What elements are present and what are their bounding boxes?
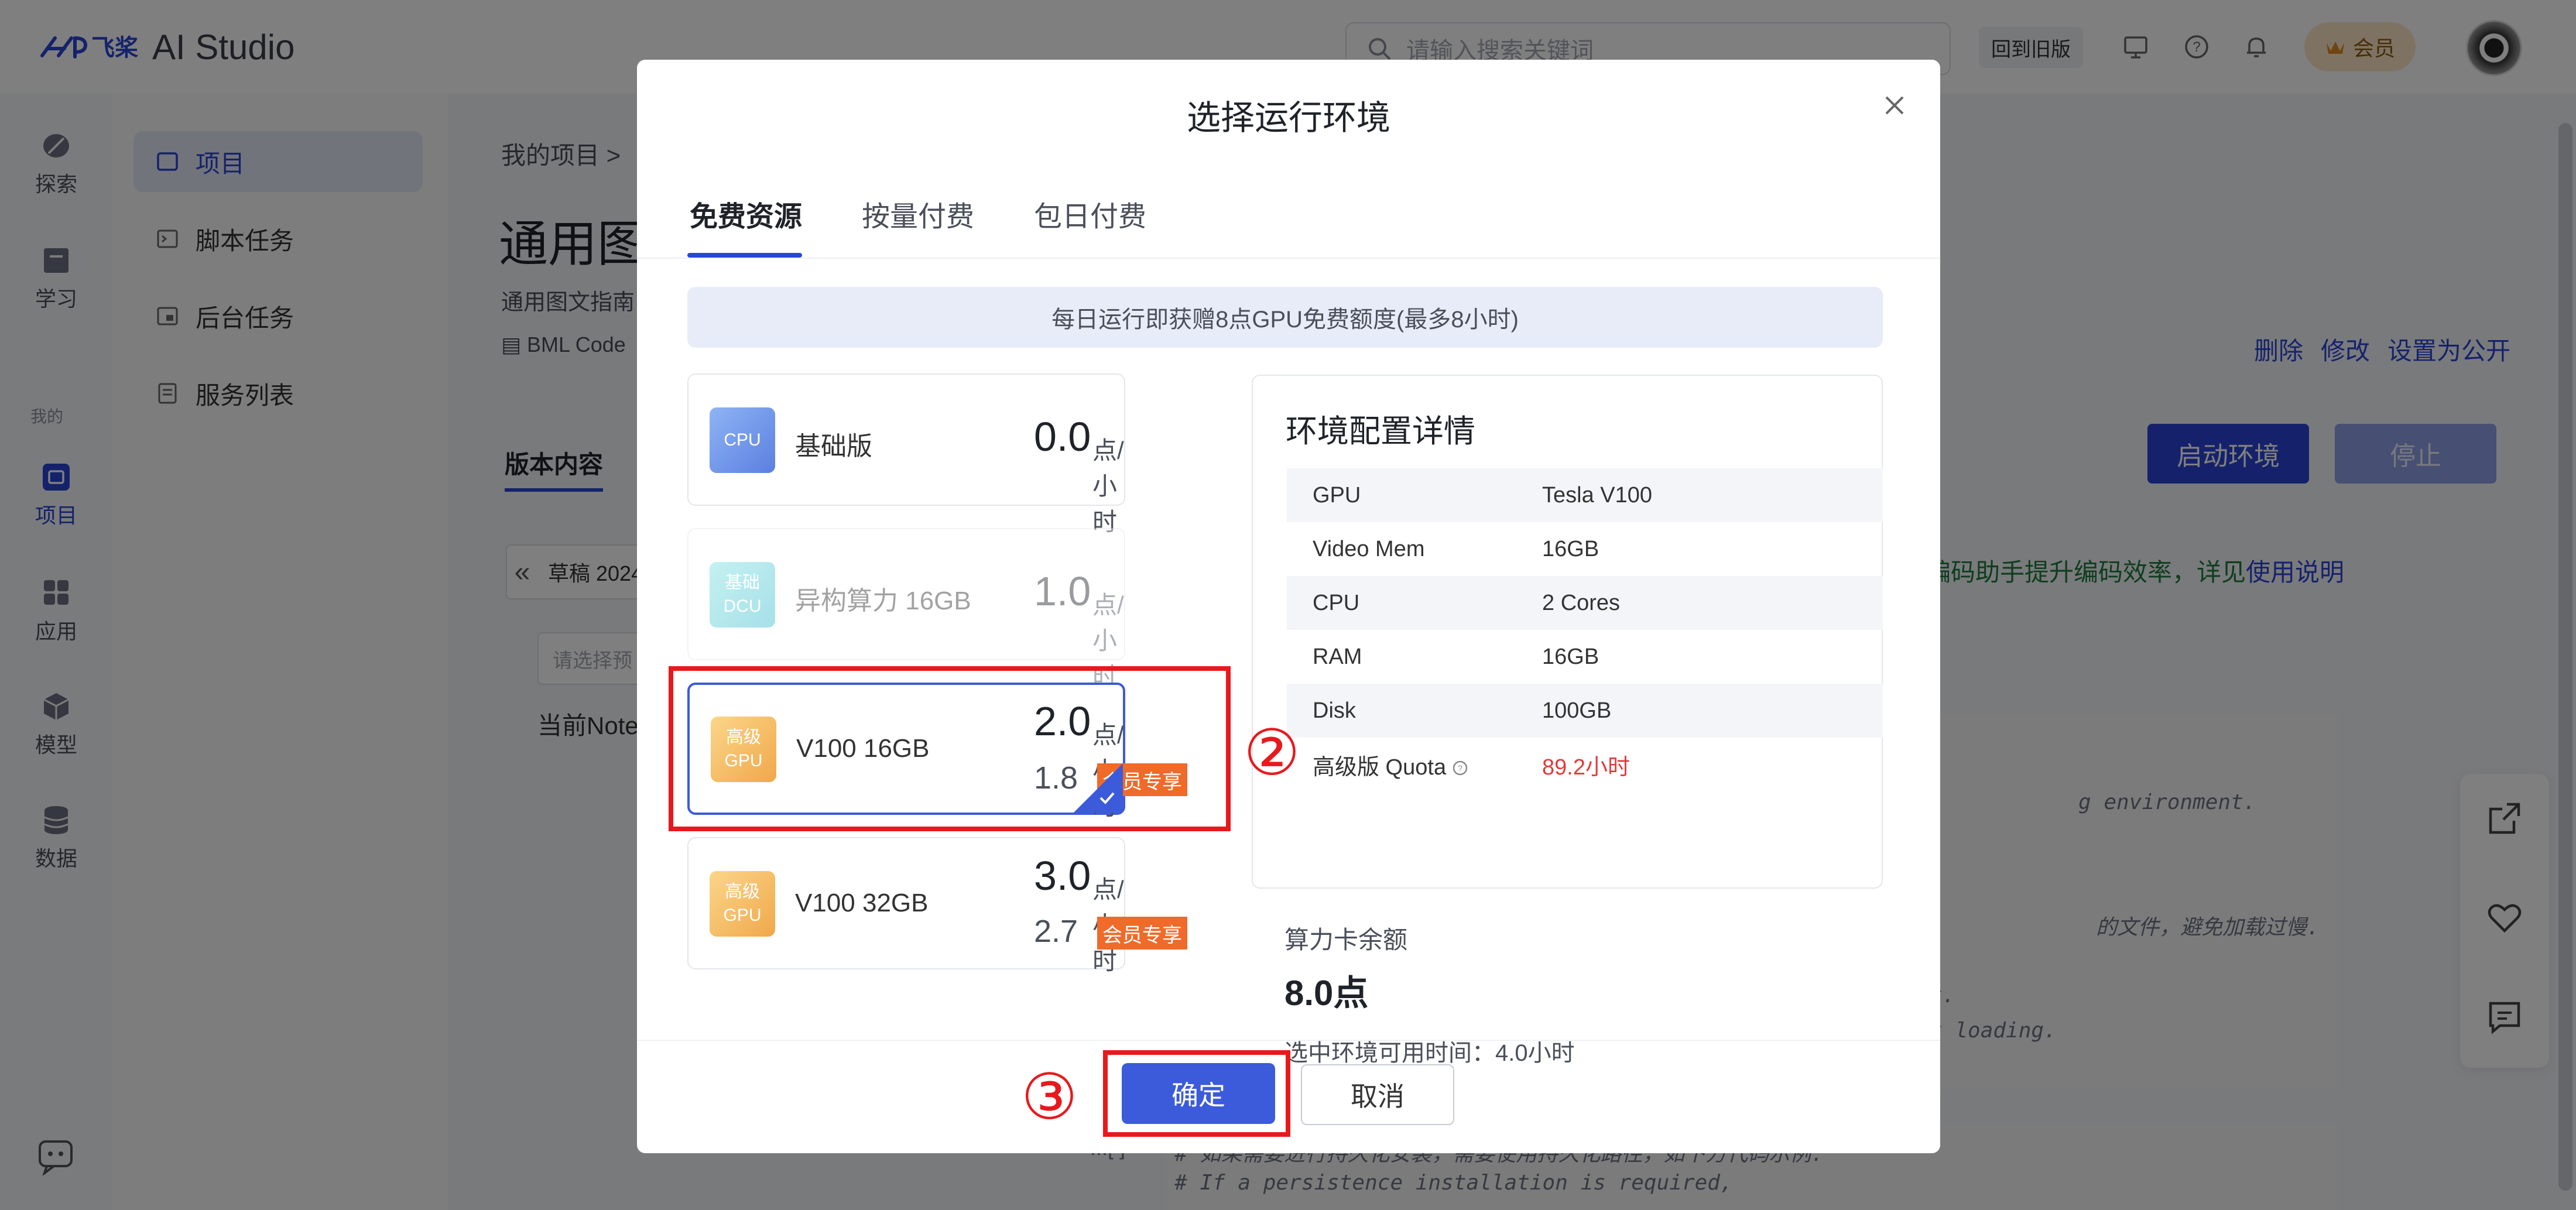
card-icon-text: 高级 GPU [723, 882, 762, 926]
tab-free-resources[interactable]: 免费资源 [690, 193, 802, 234]
quota-key-text: 高级版 Quota [1313, 755, 1447, 780]
step-2-marker: ② [1244, 717, 1300, 788]
card-unit: 点/小时 [1092, 437, 1124, 536]
detail-key: CPU [1313, 590, 1360, 615]
resource-tabs: 免费资源 按量付费 包日付费 [690, 193, 1146, 234]
cpu-icon: CPU [710, 407, 775, 473]
detail-title: 环境配置详情 [1286, 414, 1475, 449]
card-price: 1.0 [1034, 568, 1091, 614]
svg-text:?: ? [1458, 763, 1462, 773]
select-environment-modal: 选择运行环境 免费资源 按量付费 包日付费 每日运行即获赠8点GPU免费额度(最… [637, 60, 1940, 1153]
env-card-dcu: 基础 DCU 异构算力 16GB 1.0 点/小时 [687, 528, 1125, 690]
detail-row-quota: 高级版 Quota? 89.2小时 [1287, 738, 1883, 791]
detail-key: RAM [1313, 644, 1362, 669]
detail-value: 16GB [1542, 536, 1599, 561]
dcu-icon: 基础 DCU [710, 562, 775, 628]
balance-value: 8.0点 [1284, 974, 1369, 1013]
tab-daily-pay[interactable]: 包日付费 [1034, 193, 1146, 234]
active-tab-underline [687, 253, 802, 258]
detail-key: Disk [1313, 698, 1356, 723]
highlight-box-card [669, 666, 1231, 831]
card-name: 异构算力 16GB [795, 587, 971, 615]
modal-title: 选择运行环境 [1186, 99, 1390, 137]
detail-row-ram: RAM 16GB [1287, 630, 1883, 684]
highlight-box-confirm [1103, 1050, 1290, 1137]
card-vip-price: 2.7 [1034, 914, 1078, 949]
step-3-marker: ③ [1021, 1061, 1078, 1132]
close-icon[interactable] [1879, 90, 1910, 121]
question-icon[interactable]: ? [1452, 760, 1468, 776]
vip-exclusive-badge: 会员专享 [1097, 917, 1187, 950]
detail-value: Tesla V100 [1542, 482, 1653, 508]
cancel-button[interactable]: 取消 [1301, 1064, 1454, 1125]
detail-value: 16GB [1542, 644, 1599, 669]
tab-pay-as-you-go[interactable]: 按量付费 [862, 193, 974, 234]
detail-value: 100GB [1542, 698, 1612, 723]
card-name: 基础版 [795, 432, 872, 461]
env-card-basic[interactable]: CPU 基础版 0.0 点/小时 [687, 373, 1125, 536]
available-time: 选中环境可用时间：4.0小时 [1284, 1040, 1575, 1066]
detail-key: 高级版 Quota? [1287, 749, 1542, 781]
env-card-v100-32gb[interactable]: 高级GPU V100 32GB 3.0 点/小时 2.7 会员专享 [687, 837, 1187, 975]
modal-footer-divider [637, 1040, 1940, 1041]
detail-row-cpu: CPU 2 Cores [1287, 576, 1883, 630]
tabs-divider [637, 258, 1940, 259]
detail-key: GPU [1313, 482, 1361, 508]
free-quota-banner: 每日运行即获赠8点GPU免费额度(最多8小时) [687, 287, 1883, 348]
gpu-icon: 高级 GPU [710, 871, 775, 937]
card-price: 0.0 [1034, 414, 1091, 460]
card-icon-text: CPU [724, 430, 761, 450]
detail-row-disk: Disk 100GB [1287, 684, 1883, 738]
detail-value: 2 Cores [1542, 590, 1621, 615]
detail-row-gpu: GPU Tesla V100 [1287, 468, 1883, 522]
detail-key: Video Mem [1313, 536, 1425, 561]
detail-value: 89.2小时 [1542, 755, 1630, 780]
card-name: V100 32GB [795, 889, 929, 917]
card-price: 3.0 [1034, 853, 1091, 899]
detail-row-video-mem: Video Mem 16GB [1287, 522, 1883, 576]
balance-label: 算力卡余额 [1284, 926, 1408, 954]
card-icon-text: 基础 DCU [723, 573, 762, 616]
